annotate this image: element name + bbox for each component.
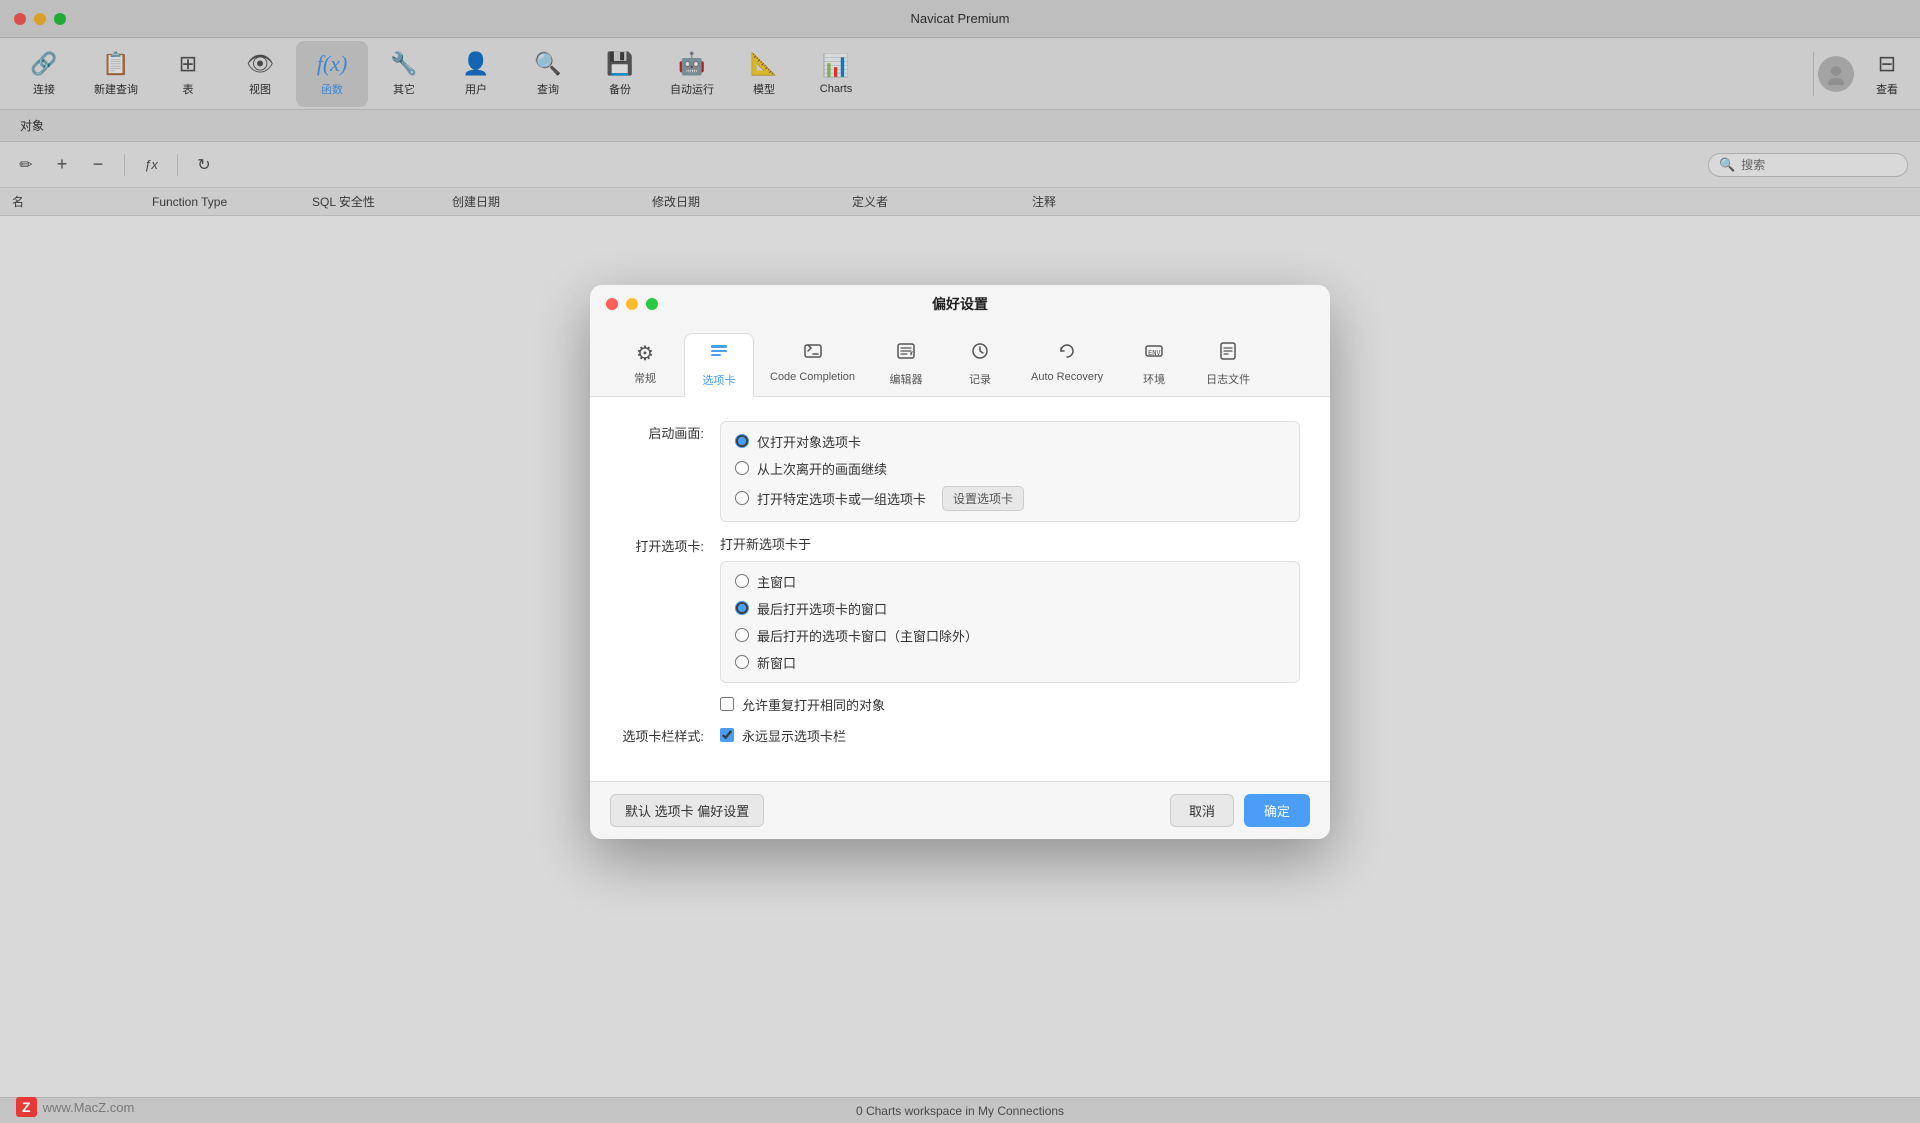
open-tab-radio-new[interactable] (735, 655, 749, 669)
allow-reopen-item[interactable]: 允许重复打开相同的对象 (720, 695, 885, 714)
open-tab-radio-last-non-main[interactable] (735, 628, 749, 642)
allow-reopen-row: 允许重复打开相同的对象 (620, 695, 1300, 714)
dialog-max-button[interactable] (646, 298, 658, 310)
startup-screen-row: 启动画面: 仅打开对象选项卡 从上次离开的画面继续 (620, 421, 1300, 522)
footer-left: 默认 选项卡 偏好设置 (610, 794, 764, 827)
startup-option-open-object[interactable]: 仅打开对象选项卡 (735, 432, 1285, 451)
open-tab-last-non-main[interactable]: 最后打开的选项卡窗口（主窗口除外） (735, 626, 1285, 645)
dialog-body: 启动画面: 仅打开对象选项卡 从上次离开的画面继续 (590, 397, 1330, 781)
dialog-footer: 默认 选项卡 偏好设置 取消 确定 (590, 781, 1330, 839)
dialog-title: 偏好设置 (932, 294, 988, 314)
tabbar-style-label: 选项卡栏样式: (620, 726, 720, 745)
open-tab-content: 打开新选项卡于 主窗口 最后打开选项卡的窗口 (720, 534, 1300, 683)
always-show-tabbar-checkbox[interactable] (720, 728, 734, 742)
startup-option-specific[interactable]: 打开特定选项卡或一组选项卡 设置选项卡 (735, 486, 1285, 511)
svg-text:ENV: ENV (1148, 349, 1161, 357)
tab-log-file[interactable]: 日志文件 (1193, 333, 1263, 395)
open-tab-main-window[interactable]: 主窗口 (735, 572, 1285, 591)
startup-radio-open-object[interactable] (735, 434, 749, 448)
dialog-close-button[interactable] (606, 298, 618, 310)
tab-tab-label: 选项卡 (703, 372, 736, 388)
always-show-tabbar-label: 永远显示选项卡栏 (742, 726, 846, 745)
tab-tab-icon (709, 342, 729, 368)
open-tab-radio-main[interactable] (735, 574, 749, 588)
startup-screen-label: 启动画面: (620, 421, 720, 442)
allow-reopen-label: 允许重复打开相同的对象 (742, 695, 885, 714)
open-tab-radio-last[interactable] (735, 601, 749, 615)
startup-radio-specific[interactable] (735, 491, 749, 505)
always-show-item[interactable]: 永远显示选项卡栏 (720, 726, 846, 745)
dialog-controls (606, 298, 658, 310)
tab-editor[interactable]: 编辑器 (871, 333, 941, 395)
tabbar-style-row: 选项卡栏样式: 永远显示选项卡栏 (620, 726, 1300, 745)
open-tab-section: 打开选项卡: 打开新选项卡于 主窗口 最后打开选项卡的窗口 (620, 534, 1300, 683)
startup-radio-group: 仅打开对象选项卡 从上次离开的画面继续 打开特定选项卡或一组选项卡 设置选项卡 (720, 421, 1300, 522)
open-tab-new-window-label: 新窗口 (757, 653, 796, 672)
record-tab-label: 记录 (969, 371, 991, 387)
tab-record[interactable]: 记录 (945, 333, 1015, 395)
modal-overlay: 偏好设置 ⚙ 常规 (0, 0, 1920, 1123)
startup-option-resume[interactable]: 从上次离开的画面继续 (735, 459, 1285, 478)
editor-tab-label: 编辑器 (890, 371, 923, 387)
default-settings-button[interactable]: 默认 选项卡 偏好设置 (610, 794, 764, 827)
record-tab-icon (970, 341, 990, 367)
tab-general[interactable]: ⚙ 常规 (610, 333, 680, 394)
tab-environment[interactable]: ENV 环境 (1119, 333, 1189, 395)
auto-recovery-tab-label: Auto Recovery (1031, 371, 1103, 383)
open-tab-last-window-label: 最后打开选项卡的窗口 (757, 599, 887, 618)
editor-tab-icon (896, 341, 916, 367)
startup-option-open-object-label: 仅打开对象选项卡 (757, 432, 861, 451)
allow-reopen-checkbox[interactable] (720, 697, 734, 711)
log-file-tab-label: 日志文件 (1206, 371, 1250, 387)
tab-tab[interactable]: 选项卡 (684, 333, 754, 397)
set-tab-button[interactable]: 设置选项卡 (942, 486, 1024, 511)
code-completion-tab-label: Code Completion (770, 371, 855, 383)
general-tab-label: 常规 (634, 370, 656, 386)
preferences-dialog: 偏好设置 ⚙ 常规 (590, 285, 1330, 839)
tab-auto-recovery[interactable]: Auto Recovery (1019, 333, 1115, 391)
startup-option-resume-label: 从上次离开的画面继续 (757, 459, 887, 478)
footer-right: 取消 确定 (1170, 794, 1310, 827)
tab-code-completion[interactable]: Code Completion (758, 333, 867, 391)
environment-tab-label: 环境 (1143, 371, 1165, 387)
startup-screen-content: 仅打开对象选项卡 从上次离开的画面继续 打开特定选项卡或一组选项卡 设置选项卡 (720, 421, 1300, 522)
log-file-tab-icon (1218, 341, 1238, 367)
open-tab-main-window-label: 主窗口 (757, 572, 796, 591)
open-tab-last-non-main-label: 最后打开的选项卡窗口（主窗口除外） (757, 626, 978, 645)
environment-tab-icon: ENV (1144, 341, 1164, 367)
cancel-button[interactable]: 取消 (1170, 794, 1234, 827)
dialog-tabs: ⚙ 常规 选项卡 (590, 323, 1330, 397)
open-tab-label: 打开选项卡: (620, 534, 720, 555)
dialog-titlebar: 偏好设置 (590, 285, 1330, 323)
general-tab-icon: ⚙ (636, 341, 654, 366)
dialog-min-button[interactable] (626, 298, 638, 310)
open-tab-options: 主窗口 最后打开选项卡的窗口 最后打开的选项卡窗口（主窗口除外） (720, 561, 1300, 683)
open-tab-new-window[interactable]: 新窗口 (735, 653, 1285, 672)
startup-radio-resume[interactable] (735, 461, 749, 475)
ok-button[interactable]: 确定 (1244, 794, 1310, 827)
auto-recovery-tab-icon (1057, 341, 1077, 367)
open-tab-last-window[interactable]: 最后打开选项卡的窗口 (735, 599, 1285, 618)
startup-option-specific-label: 打开特定选项卡或一组选项卡 (757, 489, 926, 508)
open-tab-hint: 打开新选项卡于 (720, 534, 1300, 553)
code-completion-tab-icon (803, 341, 823, 367)
main-content: 偏好设置 ⚙ 常规 (0, 216, 1920, 1123)
